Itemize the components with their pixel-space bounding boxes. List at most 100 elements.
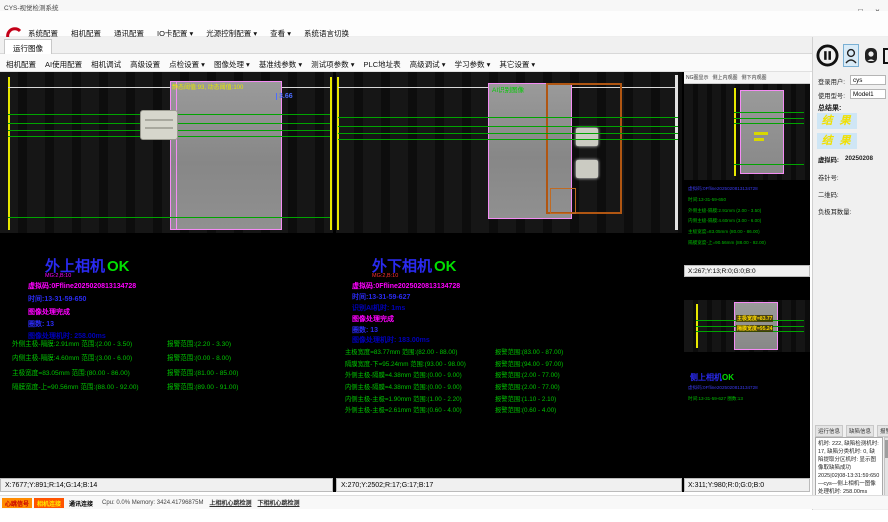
lower-camera-heartbeat-link[interactable]: 下相机心跳检测 bbox=[257, 498, 299, 507]
user-icon bbox=[845, 48, 857, 64]
status-badge: 通讯连接 bbox=[66, 498, 96, 508]
toolbar-item[interactable]: PLC地址表 bbox=[364, 59, 401, 70]
camera-tag: MG:2,B:10 bbox=[372, 273, 398, 279]
highlight-measure-label: 隔膜宽度=95.24 bbox=[736, 325, 773, 332]
measure-line-green bbox=[338, 139, 678, 140]
mid-camera-image[interactable]: AI识别图像 bbox=[336, 72, 682, 233]
measurement-row: 内侧主极-主极=1.90mm 范围:(1.00 - 2.20) 报警范围:(1.… bbox=[345, 394, 677, 406]
left-camera-statusbar: X:7677;Y:891;R:14;G:14;B:14 bbox=[0, 478, 333, 492]
log-scrollbar[interactable] bbox=[884, 437, 888, 499]
electrode-tab bbox=[576, 128, 598, 146]
measurement-row: 外侧主极-隔膜:2.91mm 范围:(2.00 - 3.50) 报警范围:(2.… bbox=[12, 338, 330, 352]
highlight-measure-label: 主极宽度=83.77 bbox=[736, 315, 773, 322]
toolbar-item[interactable]: 测试项参数 ▾ bbox=[311, 59, 354, 70]
ai-image-label: AI识别图像 bbox=[492, 84, 524, 94]
toolbar-item[interactable]: 基准线参数 ▾ bbox=[259, 59, 302, 70]
needle-number-label: 卷针号: bbox=[818, 173, 839, 182]
thumb-text-line: 隔膜宽度-上=90.56mm (88.00 - 92.00) bbox=[688, 238, 766, 249]
tab-run-image[interactable]: 运行图像 bbox=[4, 39, 52, 54]
log-tab[interactable]: 运行信息 bbox=[815, 425, 843, 437]
result-ok: OK bbox=[722, 373, 734, 382]
status-badge: 相机连接 bbox=[34, 498, 64, 508]
pause-icon bbox=[816, 44, 839, 67]
thumb2-statusbar: X:311;Y:980;R:0;G:0;B:0 bbox=[684, 478, 810, 492]
measure-line-green bbox=[338, 117, 678, 118]
toolbar: 相机配置 AI使用配置相机调试高级设置点检设置 ▾ 图像处理 ▾ 基准线参数 ▾ 测试项… bbox=[0, 54, 812, 72]
tab-strip: 运行图像 bbox=[0, 37, 812, 54]
upper-camera-heartbeat-link[interactable]: 上相机心跳检测 bbox=[209, 498, 251, 507]
threshold-label: 静态阈值:93, 动态阈值:100 bbox=[172, 82, 243, 91]
measurement-list: 主极宽度=83.77mm 范围:(82.00 - 88.00) 报警范围:(83… bbox=[345, 347, 677, 417]
app-statusbar: 心跳信号相机连接通讯连接 Cpu: 0.0% Memory: 3424.4179… bbox=[0, 495, 888, 509]
ai-time-line: 识别AI机时: 1ms bbox=[352, 303, 405, 313]
measurement-row: 内侧主极-隔膜:4.60mm 范围:(3.00 - 6.00) 报警范围:(0.… bbox=[12, 352, 330, 366]
status-badges: 心跳信号相机连接通讯连接 bbox=[2, 498, 96, 508]
toolbar-item[interactable]: 高级设置 bbox=[130, 59, 160, 70]
thumb2-camera-title: 侧上相机OK bbox=[690, 372, 734, 383]
toolbar-item[interactable]: 相机配置 bbox=[6, 59, 36, 70]
virtual-code-value: 20250208 bbox=[845, 155, 873, 162]
highlight-mark bbox=[754, 132, 768, 135]
thumb1-statusbar: X:267;Y:13;R:0;G:0;B:0 bbox=[684, 265, 810, 277]
thumb2-image[interactable]: 主极宽度=83.77 隔膜宽度=95.24 bbox=[684, 300, 810, 352]
user-login-button[interactable] bbox=[843, 44, 859, 67]
log-output[interactable]: 机时: 222, 缺陷检测机时: 17, 缺陷分类机时: 0, 缺陷提取分区机时… bbox=[815, 437, 883, 499]
gap-measure-label: 3.66 bbox=[276, 93, 293, 100]
mid-camera-panel[interactable]: AI识别图像 外下相机OK MG:2,B:10 虚拟码:0Ffline20250… bbox=[336, 72, 682, 478]
total-result-label: 总结果: bbox=[818, 103, 841, 113]
thumb-text-line: 外侧主极-隔膜:2.91mm (2.00 - 3.50) bbox=[688, 206, 766, 217]
measure-line-green bbox=[338, 126, 678, 127]
log-tab[interactable]: 报警信息 bbox=[877, 425, 888, 437]
camera-tag: MG:2,B:10 bbox=[45, 273, 71, 279]
toolbar-item[interactable]: 学习参数 ▾ bbox=[454, 59, 490, 70]
log-tab[interactable]: 缺陷信息 bbox=[846, 425, 874, 437]
pause-button[interactable] bbox=[815, 43, 840, 68]
status-badge: 心跳信号 bbox=[2, 498, 32, 508]
thumb-text-line: 虚拟码:0Ffline2025020813134728 bbox=[688, 184, 766, 195]
measurement-row: 外侧主极-主极=2.61mm 范围:(0.60 - 4.00) 报警范围:(0.… bbox=[345, 405, 677, 417]
turns-line: 圈数: 13 bbox=[352, 325, 378, 335]
operator-button[interactable] bbox=[863, 46, 878, 65]
thumbnail-tab[interactable]: 侧下内观图 bbox=[742, 74, 767, 83]
model-value[interactable]: Model1 bbox=[850, 89, 886, 99]
left-camera-panel[interactable]: 静态阈值:93, 动态阈值:100 3.66 外上相机OK MG:2,B:10 … bbox=[0, 72, 333, 478]
login-user-value[interactable]: cys bbox=[850, 75, 886, 85]
time-line: 时间:13-31-59-650 bbox=[28, 294, 86, 304]
thumbnail-tab[interactable]: 侧上内观图 bbox=[713, 74, 738, 83]
menubar: 系统配置相机配置通讯配置IO卡配置 ▾光源控制配置 ▾查看 ▾系统语言切换 bbox=[0, 11, 888, 37]
result-badge-2: 结 果 bbox=[817, 133, 857, 149]
measure-line-green bbox=[734, 112, 804, 113]
ai-detect-box-small bbox=[550, 188, 576, 214]
toolbar-item[interactable]: AI使用配置 bbox=[45, 59, 82, 70]
model-label: 使用型号: bbox=[818, 91, 845, 100]
measurement-row: 主极宽度=83.77mm 范围:(82.00 - 88.00) 报警范围:(83… bbox=[345, 347, 677, 359]
operator-icon bbox=[864, 47, 878, 64]
toolbar-item[interactable]: 点检设置 ▾ bbox=[169, 59, 205, 70]
exit-button[interactable] bbox=[880, 44, 888, 67]
time-line: 时间:13-31-59-627 bbox=[352, 292, 410, 302]
measure-line-green bbox=[734, 118, 804, 119]
thumbnail-tab[interactable]: NG图显示 bbox=[686, 74, 709, 83]
toolbar-item[interactable]: 图像处理 ▾ bbox=[214, 59, 250, 70]
thumb-text-line: 时间:13-31-59-627 圈数:13 bbox=[688, 394, 758, 405]
roi-line-yellow bbox=[337, 77, 339, 230]
virtual-code-line: 虚拟码:0Ffline2025020813134728 bbox=[352, 281, 460, 291]
window-titlebar: CYS-视觉检测系统 bbox=[0, 0, 888, 11]
tab-count-label: 负极耳数量: bbox=[818, 207, 851, 216]
toolbar-item[interactable]: 其它设置 ▾ bbox=[499, 59, 535, 70]
thumb1-image[interactable] bbox=[684, 84, 810, 180]
toolbar-item[interactable]: 相机调试 bbox=[91, 59, 121, 70]
qr-code-label: 二维码: bbox=[818, 190, 839, 199]
virtual-code-line: 虚拟码:0Ffline2025020813134728 bbox=[28, 281, 136, 291]
log-tabs: 运行信息缺陷信息报警信息 bbox=[815, 425, 888, 437]
virtual-code-label: 虚拟码: bbox=[818, 155, 839, 164]
highlight-mark bbox=[754, 138, 764, 141]
roi-line-yellow bbox=[8, 77, 10, 230]
edge-highlight bbox=[675, 75, 678, 230]
left-camera-image[interactable]: 静态阈值:93, 动态阈值:100 3.66 bbox=[0, 72, 333, 233]
cpu-memory-text: Cpu: 0.0% Memory: 3424.41796875M bbox=[102, 500, 203, 506]
exit-door-icon bbox=[881, 47, 888, 65]
turns-line: 圈数: 13 bbox=[28, 319, 54, 329]
toolbar-item[interactable]: 高级调试 ▾ bbox=[410, 59, 446, 70]
measurement-row: 内侧主极-隔膜=4.38mm 范围:(0.00 - 9.00) 报警范围:(2.… bbox=[345, 382, 677, 394]
